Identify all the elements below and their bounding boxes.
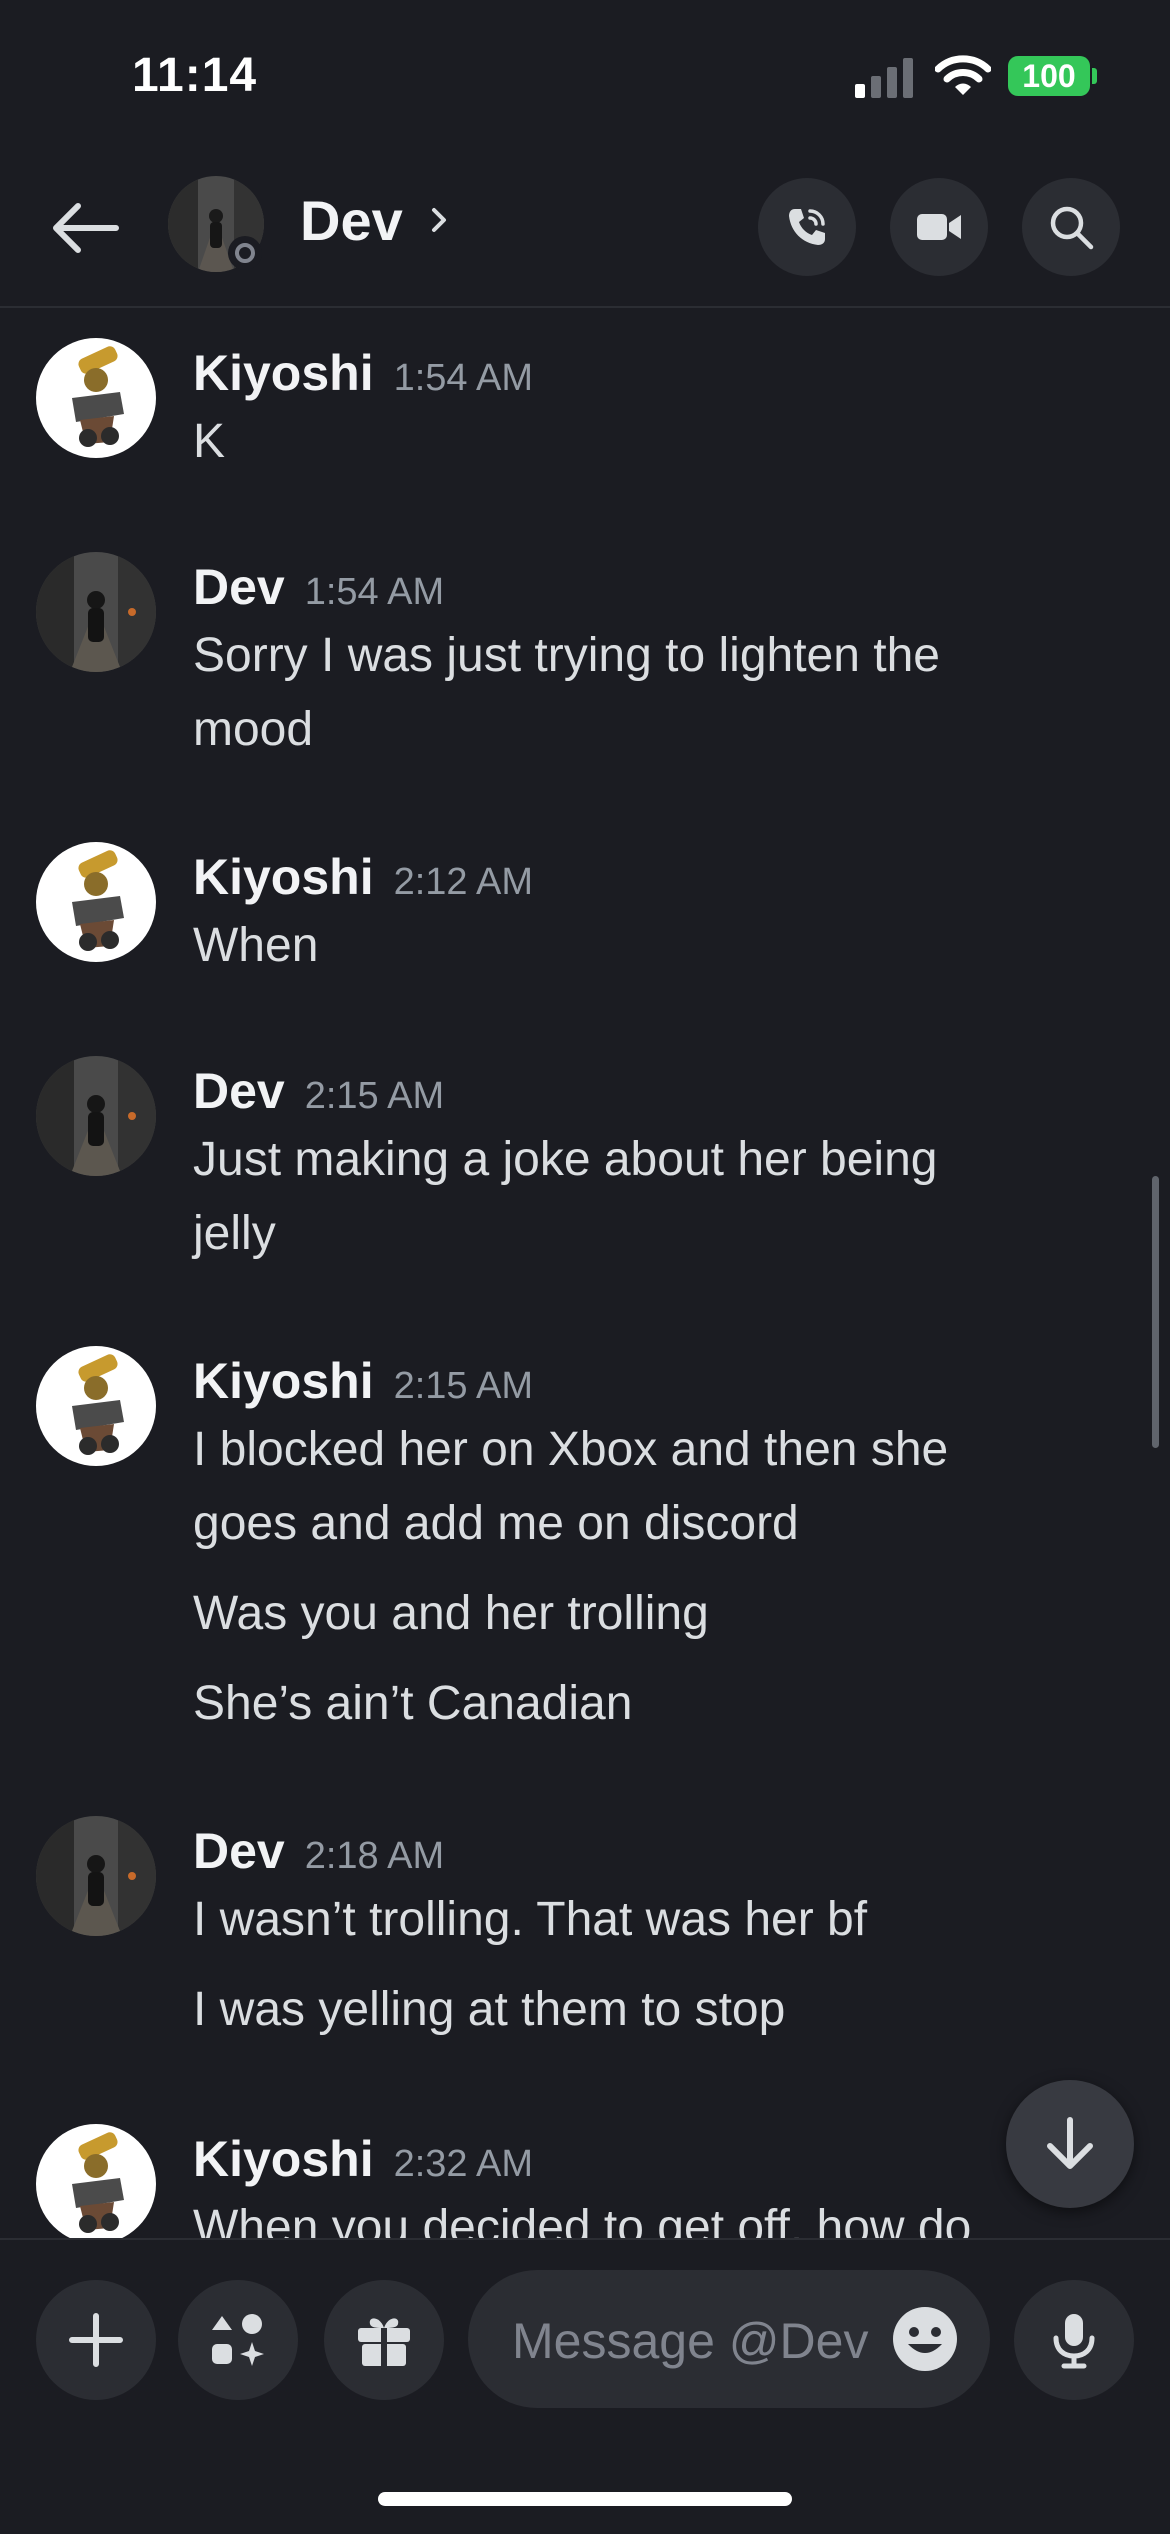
message-text: Was you and her trolling — [193, 1587, 709, 1640]
message-text: mood — [193, 703, 314, 756]
message-author[interactable]: Dev 2:15 AM — [193, 1062, 444, 1120]
plus-icon — [69, 2313, 123, 2367]
chat-header: Dev — [0, 150, 1170, 308]
message-timestamp: 2:12 AM — [393, 861, 534, 903]
status-bar: 11:14 100 — [0, 0, 1170, 150]
search-button[interactable] — [1022, 178, 1120, 276]
message-author[interactable]: Kiyoshi 2:15 AM — [193, 1352, 533, 1410]
home-indicator — [378, 2492, 792, 2506]
avatar[interactable] — [36, 552, 156, 672]
message-text: I wasn’t trolling. That was her bf — [193, 1893, 868, 1946]
message-timestamp: 2:15 AM — [304, 1075, 445, 1117]
message-timestamp: 2:15 AM — [393, 1365, 534, 1407]
message-input-placeholder: Message @Dev — [512, 2313, 869, 2369]
message-text: I blocked her on Xbox and then she — [193, 1423, 949, 1476]
add-attachment-button[interactable] — [36, 2280, 156, 2400]
emoji-icon[interactable] — [892, 2306, 958, 2372]
phone-icon — [789, 209, 825, 245]
voice-message-button[interactable] — [1014, 2280, 1134, 2400]
avatar[interactable] — [36, 2124, 156, 2238]
avatar[interactable] — [36, 1816, 156, 1936]
message-text: jelly — [193, 1207, 276, 1260]
arrow-down-icon — [1047, 2117, 1093, 2169]
message-text: She’s ain’t Canadian — [193, 1677, 633, 1730]
message-author[interactable]: Dev 2:18 AM — [193, 1822, 444, 1880]
message-timestamp: 1:54 AM — [304, 571, 445, 613]
message-text: K — [193, 415, 226, 468]
scrollbar[interactable] — [1152, 1176, 1159, 1448]
chevron-right-icon[interactable] — [428, 202, 452, 238]
gift-icon — [358, 2318, 410, 2366]
gift-button[interactable] — [324, 2280, 444, 2400]
apps-button[interactable] — [178, 2280, 298, 2400]
message-author[interactable]: Kiyoshi 1:54 AM — [193, 344, 533, 402]
message-text: When you decided to get off, how do — [193, 2201, 972, 2238]
battery-indicator: 100 — [1008, 56, 1090, 96]
wifi-icon — [935, 55, 991, 95]
message-timestamp: 1:54 AM — [393, 357, 534, 399]
status-time: 11:14 — [132, 49, 258, 102]
microphone-icon — [1053, 2314, 1095, 2369]
apps-icon — [212, 2314, 264, 2366]
avatar[interactable] — [36, 1346, 156, 1466]
video-camera-icon — [917, 214, 961, 240]
message-author[interactable]: Dev 1:54 AM — [193, 558, 444, 616]
message-text: I was yelling at them to stop — [193, 1983, 786, 2036]
message-author[interactable]: Kiyoshi 2:12 AM — [193, 848, 533, 906]
message-timestamp: 2:18 AM — [304, 1835, 445, 1877]
message-text: When — [193, 919, 319, 972]
chat-title[interactable]: Dev — [300, 188, 403, 253]
message-text: Just making a joke about her being — [193, 1133, 938, 1186]
jump-to-latest-button[interactable] — [1006, 2080, 1134, 2208]
message-list[interactable]: Kiyoshi 1:54 AM K Dev 1:54 AM Sorry I was … — [0, 308, 1170, 2238]
avatar[interactable] — [36, 338, 156, 458]
avatar[interactable] — [36, 842, 156, 962]
avatar[interactable] — [36, 1056, 156, 1176]
message-text: goes and add me on discord — [193, 1497, 799, 1550]
video-call-button[interactable] — [890, 178, 988, 276]
message-author[interactable]: Kiyoshi 2:32 AM — [193, 2130, 533, 2188]
message-text: Sorry I was just trying to lighten the — [193, 629, 940, 682]
voice-call-button[interactable] — [758, 178, 856, 276]
message-timestamp: 2:32 AM — [393, 2143, 534, 2185]
search-icon — [1050, 206, 1094, 250]
message-composer: Message @Dev — [0, 2238, 1170, 2534]
cellular-signal-icon — [855, 58, 913, 98]
battery-tip — [1092, 68, 1097, 84]
offline-status-icon — [228, 236, 262, 270]
arrow-left-icon[interactable] — [50, 202, 120, 254]
message-input[interactable]: Message @Dev — [468, 2270, 990, 2408]
